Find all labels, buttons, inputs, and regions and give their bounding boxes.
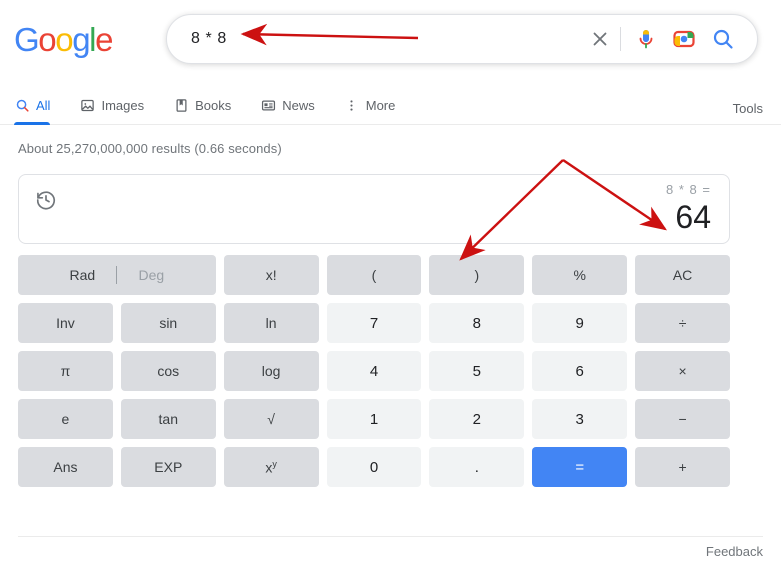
calc-key-3[interactable]: 3 xyxy=(532,399,628,439)
tab-more-label: More xyxy=(365,97,396,113)
calc-key-pi[interactable]: π xyxy=(18,351,113,391)
search-nav-tabs: All Images Books News More Tools xyxy=(0,84,781,125)
calculator-keypad: Rad Deg x!()% AC Inv sin ln 7 8 9 ÷ π cos log 4 5 6 × e t… xyxy=(18,255,730,487)
rad-button[interactable]: Rad xyxy=(48,267,116,283)
calc-key-2[interactable]: 2 xyxy=(429,399,525,439)
calc-key-5[interactable]: 5 xyxy=(429,351,525,391)
more-vertical-icon xyxy=(344,97,360,113)
calc-key-log[interactable]: log xyxy=(223,351,319,391)
calc-key-cos[interactable]: cos xyxy=(120,351,216,391)
calc-key-0[interactable]: 0 xyxy=(326,447,422,487)
deg-button[interactable]: Deg xyxy=(117,267,185,283)
page-header: Google xyxy=(0,0,781,84)
calc-key-8[interactable]: 8 xyxy=(429,303,525,343)
tab-images[interactable]: Images xyxy=(79,86,159,124)
page-footer: Feedback xyxy=(18,536,763,559)
search-submit-icon[interactable] xyxy=(703,20,743,58)
tab-all-label: All xyxy=(36,97,51,113)
logo-letter-g2: g xyxy=(72,21,90,58)
calculator-output: 8 * 8 = 64 xyxy=(666,181,711,235)
calc-key-x-y[interactable]: xy xyxy=(223,447,319,487)
calc-key-1[interactable]: 1 xyxy=(326,399,422,439)
google-logo[interactable]: Google xyxy=(14,21,113,59)
tab-books-label: Books xyxy=(195,97,232,113)
tab-images-label: Images xyxy=(101,97,145,113)
logo-letter-g1: G xyxy=(14,21,40,58)
tab-news-label: News xyxy=(282,97,315,113)
logo-letter-o1: o xyxy=(38,21,56,58)
calc-key-6[interactable]: 6 xyxy=(532,351,628,391)
calc-key-e[interactable]: e xyxy=(18,399,113,439)
feedback-link[interactable]: Feedback xyxy=(706,544,763,559)
calc-key-percent[interactable]: % xyxy=(532,255,628,295)
calc-key-equals[interactable]: = xyxy=(532,447,628,487)
calc-key-9[interactable]: 9 xyxy=(532,303,628,343)
calc-key-ln[interactable]: ln xyxy=(223,303,319,343)
clear-icon[interactable] xyxy=(582,21,618,57)
calc-key-sin[interactable]: sin xyxy=(120,303,216,343)
calc-key-4[interactable]: 4 xyxy=(326,351,422,391)
news-icon xyxy=(260,97,276,113)
calc-key-divide[interactable]: ÷ xyxy=(635,303,730,343)
tab-more[interactable]: More xyxy=(344,86,411,124)
calc-key-AC[interactable]: AC xyxy=(635,255,730,295)
calc-key-EXP[interactable]: EXP xyxy=(120,447,216,487)
calc-key-Inv[interactable]: Inv xyxy=(18,303,113,343)
tab-books[interactable]: Books xyxy=(173,86,246,124)
calc-key-xfactorial[interactable]: x! xyxy=(223,255,319,295)
calc-key-close-paren[interactable]: ) xyxy=(429,255,525,295)
tab-news[interactable]: News xyxy=(260,86,330,124)
search-divider xyxy=(620,27,621,51)
calc-key-plus[interactable]: + xyxy=(635,447,730,487)
footer-divider xyxy=(18,536,763,537)
search-input[interactable] xyxy=(191,27,582,51)
search-bar[interactable] xyxy=(166,14,758,64)
calc-key-open-paren[interactable]: ( xyxy=(326,255,422,295)
calc-key-7[interactable]: 7 xyxy=(326,303,422,343)
calc-key-multiply[interactable]: × xyxy=(635,351,730,391)
calc-key-sqrt[interactable]: √ xyxy=(223,399,319,439)
logo-letter-o2: o xyxy=(55,21,73,58)
calc-key-Ans[interactable]: Ans xyxy=(18,447,113,487)
tab-all[interactable]: All xyxy=(14,86,65,125)
lens-camera-icon[interactable] xyxy=(665,20,703,58)
history-icon[interactable] xyxy=(35,189,57,211)
logo-letter-e: e xyxy=(95,21,113,58)
tools-button[interactable]: Tools xyxy=(733,101,763,116)
result-stats: About 25,270,000,000 results (0.66 secon… xyxy=(18,141,282,156)
rad-deg-toggle[interactable]: Rad Deg xyxy=(18,255,216,295)
microphone-icon[interactable] xyxy=(627,20,665,58)
calc-key-tan[interactable]: tan xyxy=(120,399,216,439)
calculator-widget: 8 * 8 = 64 Rad Deg x!()% AC Inv sin ln 7 8 9 ÷ π c… xyxy=(0,156,781,487)
calc-key-decimal[interactable]: . xyxy=(429,447,525,487)
search-icon xyxy=(14,97,30,113)
calc-key-minus[interactable]: − xyxy=(635,399,730,439)
image-icon xyxy=(79,97,95,113)
calculator-expression: 8 * 8 = xyxy=(666,182,711,197)
calculator-result: 64 xyxy=(675,199,711,235)
book-icon xyxy=(173,97,189,113)
calculator-display: 8 * 8 = 64 xyxy=(18,174,730,244)
